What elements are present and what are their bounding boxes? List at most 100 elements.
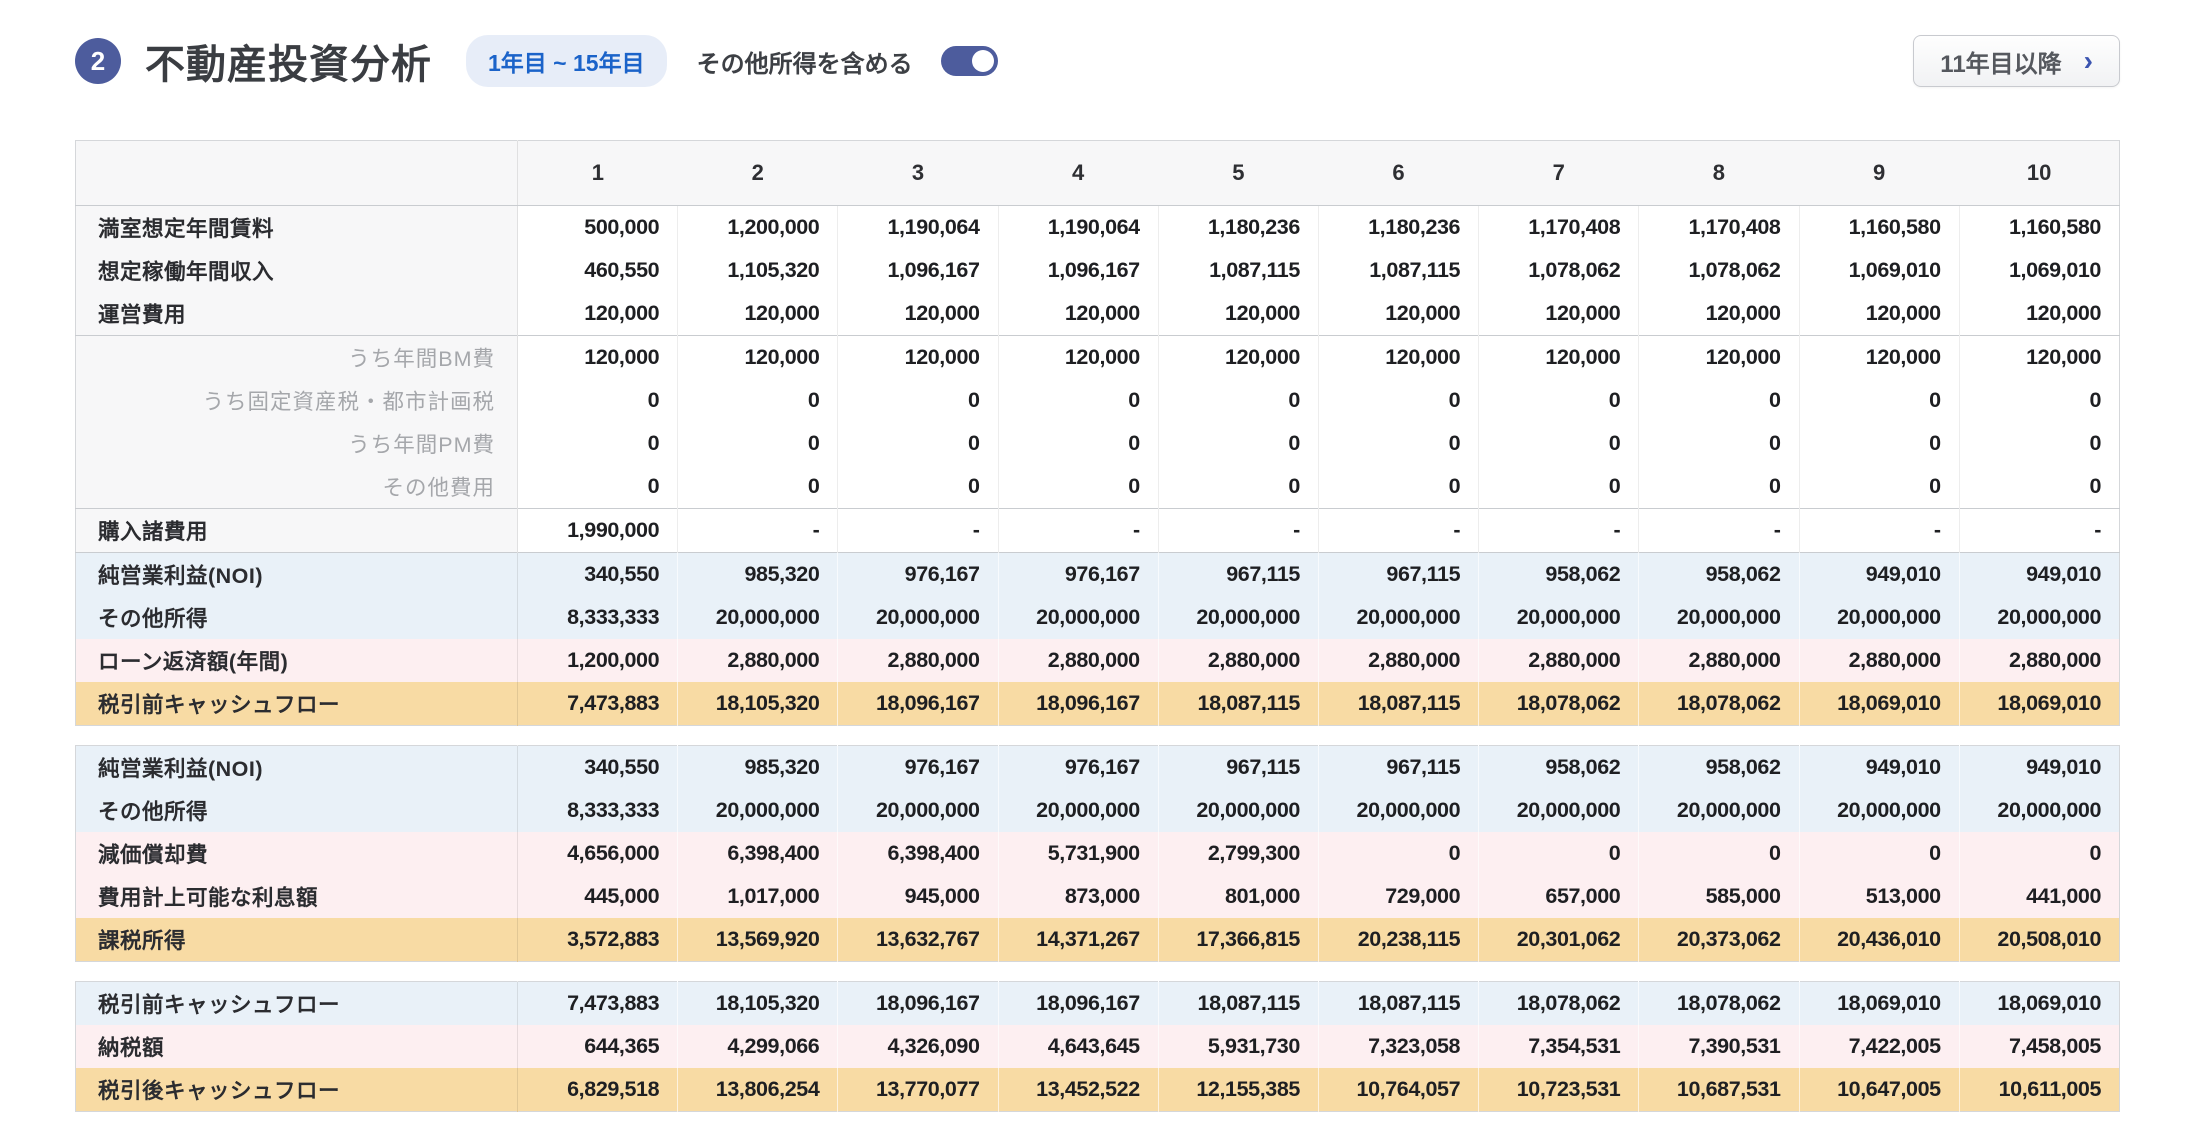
value-cell: 18,069,010 [1959, 982, 2119, 1026]
value-cell: 120,000 [998, 292, 1158, 336]
value-cell: 18,087,115 [1318, 982, 1478, 1026]
value-cell: 0 [518, 379, 678, 422]
value-cell: 958,062 [1479, 746, 1639, 790]
table-row: 運営費用120,000120,000120,000120,000120,0001… [76, 292, 2120, 336]
value-cell: 0 [678, 465, 838, 509]
year-column-header: 5 [1158, 141, 1318, 206]
value-cell: 7,323,058 [1318, 1025, 1478, 1068]
table-row: 費用計上可能な利息額445,0001,017,000945,000873,000… [76, 875, 2120, 918]
value-cell: 20,000,000 [1158, 789, 1318, 832]
value-cell: 0 [1799, 465, 1959, 509]
value-cell: 18,105,320 [678, 682, 838, 726]
value-cell: 20,436,010 [1799, 918, 1959, 962]
value-cell: 1,096,167 [998, 249, 1158, 292]
value-cell: 13,569,920 [678, 918, 838, 962]
value-cell: 20,000,000 [1318, 596, 1478, 639]
value-cell: 20,000,000 [678, 596, 838, 639]
value-cell: 0 [998, 465, 1158, 509]
value-cell: 0 [1479, 422, 1639, 465]
value-cell: 120,000 [1959, 336, 2119, 380]
value-cell: 949,010 [1959, 746, 2119, 790]
value-cell: 18,078,062 [1479, 982, 1639, 1026]
table-row: ローン返済額(年間)1,200,0002,880,0002,880,0002,8… [76, 639, 2120, 682]
row-label: 税引前キャッシュフロー [76, 982, 518, 1026]
value-cell: 20,000,000 [1639, 789, 1799, 832]
value-cell: 1,069,010 [1799, 249, 1959, 292]
year-column-header: 3 [838, 141, 998, 206]
value-cell: 120,000 [518, 336, 678, 380]
table-row: 減価償却費4,656,0006,398,4006,398,4005,731,90… [76, 832, 2120, 875]
value-cell: - [1318, 509, 1478, 553]
value-cell: 7,422,005 [1799, 1025, 1959, 1068]
value-cell: 585,000 [1639, 875, 1799, 918]
value-cell: 20,000,000 [678, 789, 838, 832]
value-cell: 120,000 [1158, 336, 1318, 380]
value-cell: 5,931,730 [1158, 1025, 1318, 1068]
table-row: 税引前キャッシュフロー7,473,88318,105,32018,096,167… [76, 682, 2120, 726]
value-cell: 0 [838, 379, 998, 422]
value-cell: 20,000,000 [1318, 789, 1478, 832]
value-cell: 1,096,167 [838, 249, 998, 292]
year-column-header: 2 [678, 141, 838, 206]
value-cell: 14,371,267 [998, 918, 1158, 962]
value-cell: 340,550 [518, 553, 678, 597]
value-cell: 1,190,064 [838, 206, 998, 250]
value-cell: 20,000,000 [1799, 789, 1959, 832]
other-income-toggle-label: その他所得を含める [697, 44, 913, 79]
value-cell: 18,078,062 [1639, 682, 1799, 726]
value-cell: 18,096,167 [998, 682, 1158, 726]
value-cell: 644,365 [518, 1025, 678, 1068]
value-cell: 0 [1318, 832, 1478, 875]
row-label: うち年間BM費 [76, 336, 518, 380]
value-cell: 18,096,167 [838, 682, 998, 726]
next-years-button-label: 11年目以降 [1940, 44, 2061, 79]
value-cell: 10,647,005 [1799, 1068, 1959, 1112]
value-cell: 1,180,236 [1158, 206, 1318, 250]
value-cell: 0 [678, 422, 838, 465]
value-cell: 967,115 [1158, 553, 1318, 597]
value-cell: 120,000 [1799, 292, 1959, 336]
value-cell: 2,880,000 [1479, 639, 1639, 682]
value-cell: 976,167 [838, 553, 998, 597]
value-cell: 8,333,333 [518, 789, 678, 832]
value-cell: 0 [1799, 832, 1959, 875]
value-cell: 441,000 [1959, 875, 2119, 918]
table-row: 納税額644,3654,299,0664,326,0904,643,6455,9… [76, 1025, 2120, 1068]
page-title: 不動産投資分析 [145, 32, 432, 90]
value-cell: 6,398,400 [838, 832, 998, 875]
value-cell: 0 [1318, 422, 1478, 465]
value-cell: 967,115 [1318, 746, 1478, 790]
row-label: 運営費用 [76, 292, 518, 336]
row-label: 税引後キャッシュフロー [76, 1068, 518, 1112]
value-cell: 958,062 [1639, 553, 1799, 597]
value-cell: 20,000,000 [1799, 596, 1959, 639]
next-years-button[interactable]: 11年目以降 › [1913, 35, 2120, 87]
table-row: 税引前キャッシュフロー7,473,88318,105,32018,096,167… [76, 982, 2120, 1026]
value-cell: 120,000 [1959, 292, 2119, 336]
value-cell: 18,096,167 [998, 982, 1158, 1026]
value-cell: 10,764,057 [1318, 1068, 1478, 1112]
value-cell: 949,010 [1799, 746, 1959, 790]
value-cell: 10,687,531 [1639, 1068, 1799, 1112]
other-income-toggle[interactable] [941, 46, 998, 76]
value-cell: 0 [1158, 379, 1318, 422]
value-cell: 1,200,000 [518, 639, 678, 682]
value-cell: 0 [1318, 379, 1478, 422]
empty-header-cell [76, 141, 518, 206]
value-cell: 729,000 [1318, 875, 1478, 918]
table-row: その他所得8,333,33320,000,00020,000,00020,000… [76, 789, 2120, 832]
value-cell: 1,160,580 [1959, 206, 2119, 250]
value-cell: 18,096,167 [838, 982, 998, 1026]
value-cell: 120,000 [1639, 292, 1799, 336]
table-row: その他費用0000000000 [76, 465, 2120, 509]
row-label: 課税所得 [76, 918, 518, 962]
value-cell: 0 [1639, 465, 1799, 509]
value-cell: 120,000 [1639, 336, 1799, 380]
value-cell: 1,078,062 [1479, 249, 1639, 292]
table-row: 純営業利益(NOI)340,550985,320976,167976,16796… [76, 746, 2120, 790]
value-cell: 17,366,815 [1158, 918, 1318, 962]
value-cell: 967,115 [1158, 746, 1318, 790]
value-cell: 120,000 [1158, 292, 1318, 336]
value-cell: 0 [1318, 465, 1478, 509]
value-cell: 0 [518, 422, 678, 465]
